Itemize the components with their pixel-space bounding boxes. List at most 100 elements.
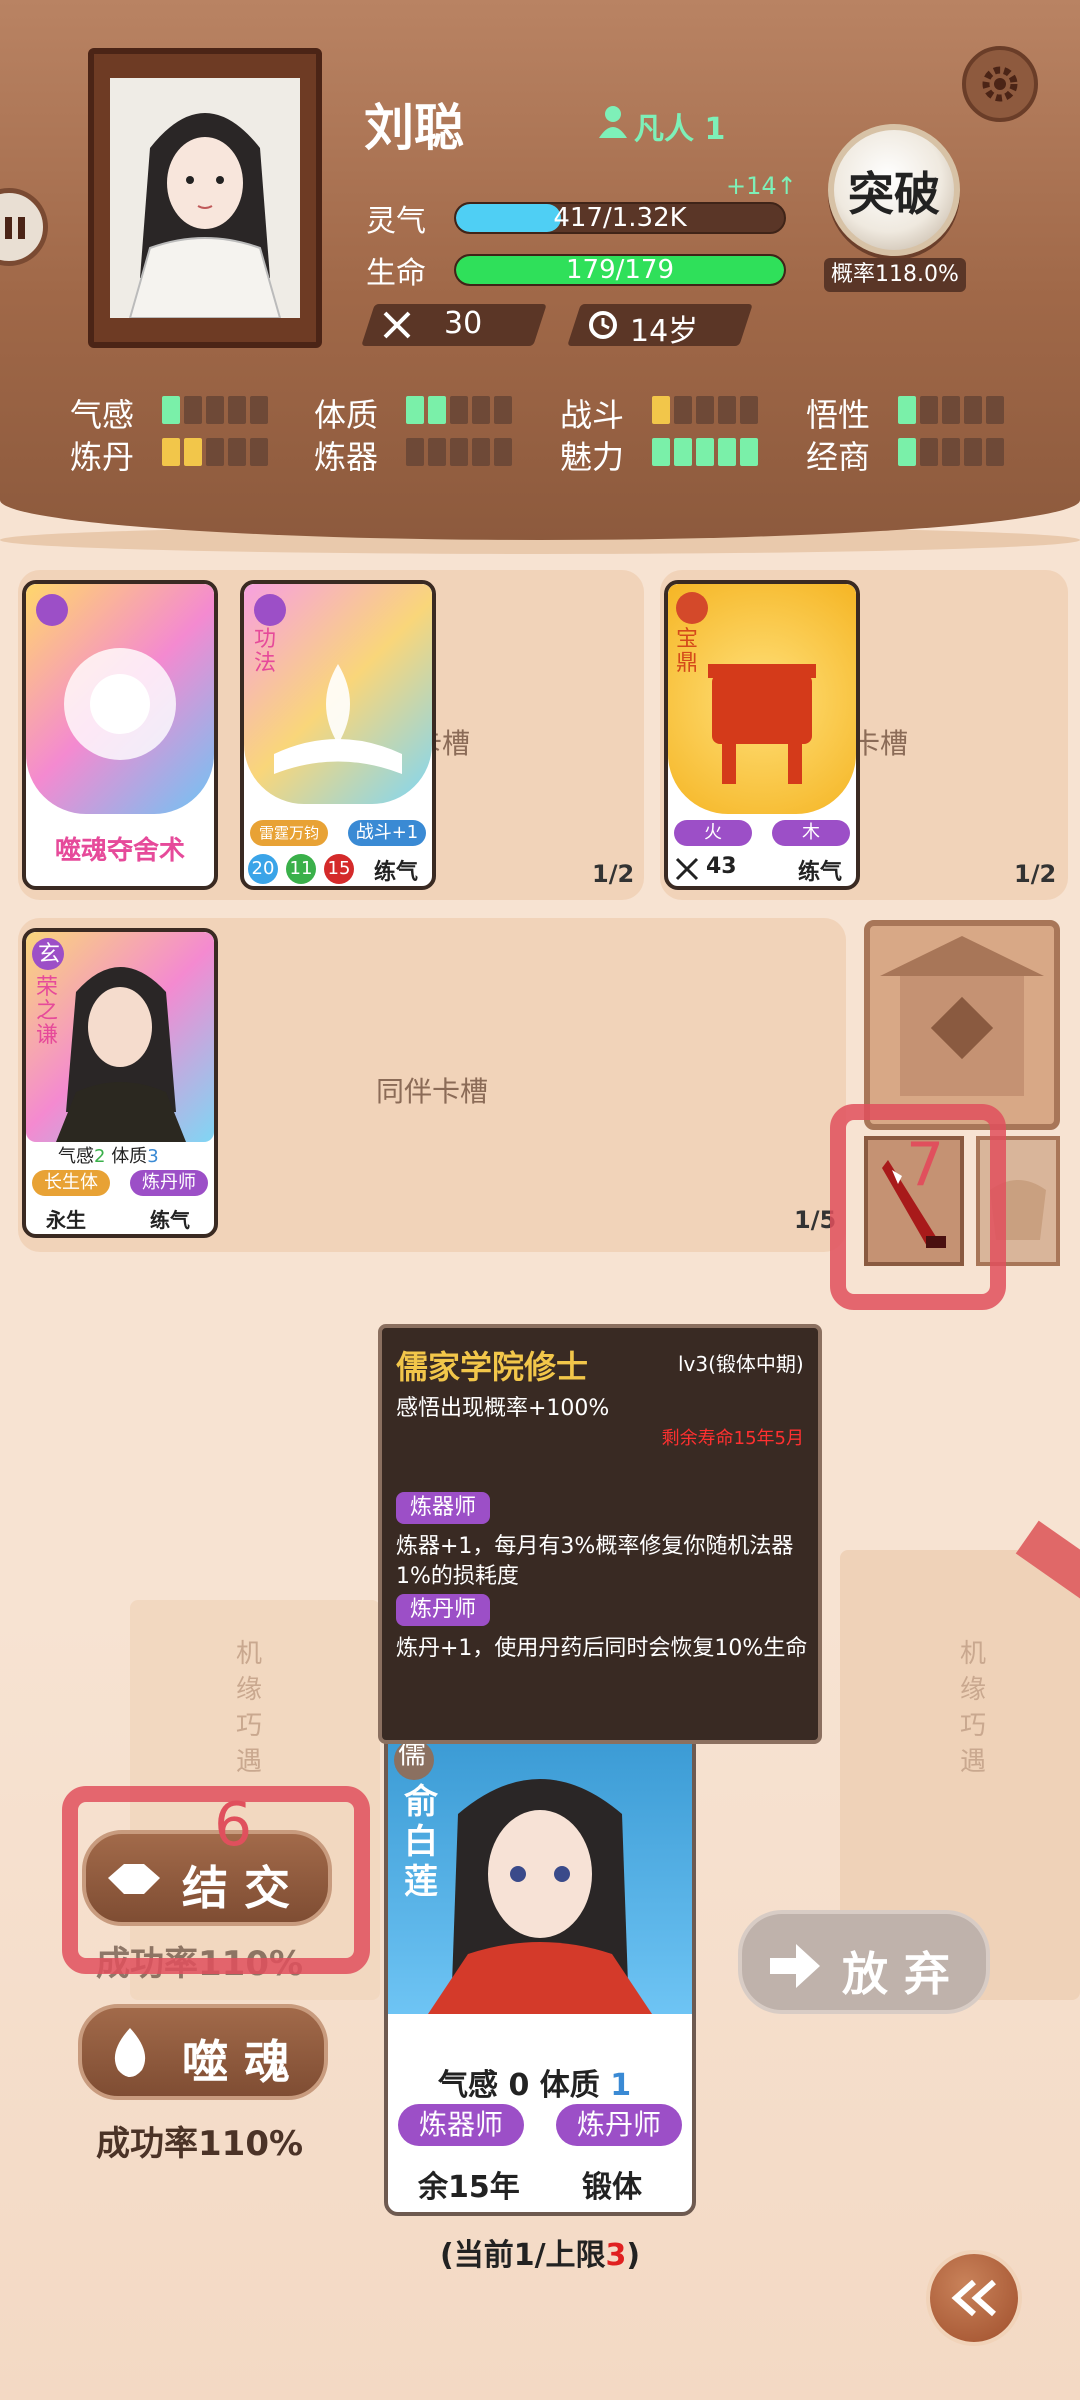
tooltip-level: lv3(锻体中期): [678, 1352, 804, 1376]
tooltip-remaining-life: 剩余寿命15年5月: [661, 1428, 804, 1449]
skill-card-1-art: [26, 584, 214, 814]
settings-button[interactable]: [962, 46, 1038, 122]
life-bar: 179/179: [454, 254, 786, 286]
encounter-name: 俞白莲: [404, 1782, 438, 1902]
attribute-level-segment: [450, 438, 468, 466]
attribute-level-segment: [228, 438, 246, 466]
attribute-level-segment: [986, 396, 1004, 424]
skill-card-2-art: [244, 584, 432, 804]
attribute-level-segment: [184, 438, 202, 466]
skill-card-2[interactable]: 功法 雷霆万钧 战斗+1 20 11 15 练气: [240, 580, 436, 890]
treasure-card-tag1: 火: [674, 820, 752, 846]
skill-card-2-type: 功法: [254, 627, 277, 676]
attribute-level-bar: [162, 438, 272, 470]
attribute-level-segment: [472, 396, 490, 424]
treasure-card-tag2: 木: [772, 820, 850, 846]
attribute-label: 悟性: [806, 396, 871, 434]
devour-button[interactable]: 噬 魂: [78, 2004, 328, 2100]
player-name: 刘聪: [364, 99, 464, 157]
encounter-tag2: 炼丹师: [556, 2104, 682, 2146]
treasure-card-art: [668, 584, 856, 814]
attribute-level-segment: [162, 396, 180, 424]
life-label: 生命: [366, 256, 426, 291]
player-avatar-image: [110, 78, 300, 318]
attribute-level-bar: [406, 396, 516, 428]
cauldron-icon: [676, 592, 816, 784]
attribute-label: 气感: [70, 396, 135, 434]
soul-flame-icon: [114, 2028, 146, 2077]
attribute-level-segment: [652, 396, 670, 424]
encounter-card[interactable]: 儒 俞白莲 气感 0 体质 1 炼器师 炼丹师 余15年 锻体: [384, 1730, 696, 2216]
abandon-label: 放 弃: [842, 1947, 951, 2001]
attribute-level-segment: [740, 438, 758, 466]
attribute-level-bar: [652, 396, 762, 428]
attribute-level-segment: [428, 396, 446, 424]
encounter-realm: 锻体: [582, 2170, 642, 2205]
player-rank: 凡人 1: [634, 112, 726, 147]
age-value: 14岁: [630, 314, 699, 349]
encounter-life: 余15年: [418, 2170, 520, 2205]
attribute-label: 战斗: [560, 396, 625, 434]
tooltip-trait2: 炼丹师: [396, 1594, 491, 1626]
attribute-level-segment: [920, 438, 938, 466]
person-icon: [599, 106, 627, 138]
skill-card-1-name: 噬魂夺舍术: [54, 836, 185, 866]
attribute-level-segment: [406, 396, 424, 424]
tooltip-title: 儒家学院修士: [396, 1348, 589, 1386]
attribute-level-segment: [942, 438, 960, 466]
pause-icon: [5, 217, 25, 239]
attribute-level-bar: [652, 438, 762, 470]
attribute-level-segment: [228, 396, 246, 424]
shop-sign-left: 机缘巧遇: [236, 1639, 263, 1777]
player-portrait: [110, 78, 300, 318]
attribute-level-segment: [406, 438, 424, 466]
breakthrough-button[interactable]: 突破: [828, 124, 960, 256]
skill-card-2-realm: 练气: [374, 860, 419, 885]
treasure-card-power: 43: [706, 854, 737, 879]
flame-skull-icon: [36, 594, 176, 760]
lingqi-value: 417/1.32K: [553, 203, 687, 233]
attribute-label: 炼丹: [70, 438, 135, 476]
skill-card-1[interactable]: 噬魂夺舍术: [22, 580, 218, 890]
attribute-level-segment: [674, 438, 692, 466]
collapse-button[interactable]: [926, 2250, 1022, 2346]
companion-card-life: 永生: [46, 1208, 86, 1232]
breakthrough-probability: 概率118.0%: [824, 258, 966, 292]
attribute-level-segment: [920, 396, 938, 424]
encounter-tag1: 炼器师: [398, 2104, 524, 2146]
attribute-level-segment: [250, 396, 268, 424]
clock-icon: [589, 311, 617, 339]
companion-card-tag1: 长生体: [32, 1170, 110, 1196]
lingqi-gain: +14↑: [726, 172, 797, 200]
attribute-level-segment: [964, 396, 982, 424]
attribute-level-segment: [206, 396, 224, 424]
attribute-level-segment: [428, 438, 446, 466]
abandon-button[interactable]: 放 弃: [738, 1910, 990, 2014]
attribute-level-segment: [162, 438, 180, 466]
companion-card-tag2: 炼丹师: [130, 1170, 208, 1196]
crossed-swords-icon: [675, 857, 699, 881]
encounter-stats: 气感 0 体质 1: [438, 2068, 632, 2103]
temple-icon: [880, 936, 1044, 1096]
attribute-level-segment: [898, 396, 916, 424]
tooltip-trait1: 炼器师: [396, 1492, 491, 1524]
double-chevron-left-icon: [951, 2279, 996, 2317]
book-icon: [254, 594, 402, 774]
companion-card[interactable]: 玄 荣之谦 气感2 体质3 长生体 炼丹师 永生 练气: [22, 928, 218, 1238]
attribute-level-bar: [898, 438, 1008, 470]
attribute-label: 魅力: [560, 438, 625, 476]
companion-tooltip: 儒家学院修士 lv3(锻体中期) 感悟出现概率+100% 剩余寿命15年5月 炼…: [378, 1324, 822, 1744]
devour-label: 噬 魂: [182, 2035, 291, 2089]
attribute-level-segment: [718, 396, 736, 424]
devour-rate: 成功率110%: [96, 2124, 304, 2164]
attribute-level-segment: [898, 438, 916, 466]
treasure-card[interactable]: 宝鼎 火 木 43 练气: [664, 580, 860, 890]
attribute-level-bar: [162, 396, 272, 428]
portrait-frame[interactable]: [88, 48, 322, 348]
attribute-label: 炼器: [314, 438, 379, 476]
attribute-level-segment: [184, 396, 202, 424]
shop-stall[interactable]: [864, 920, 1060, 1130]
crossed-swords-icon: [383, 311, 411, 339]
attribute-level-segment: [696, 396, 714, 424]
annotation-marker-7: 7: [906, 1130, 945, 1200]
